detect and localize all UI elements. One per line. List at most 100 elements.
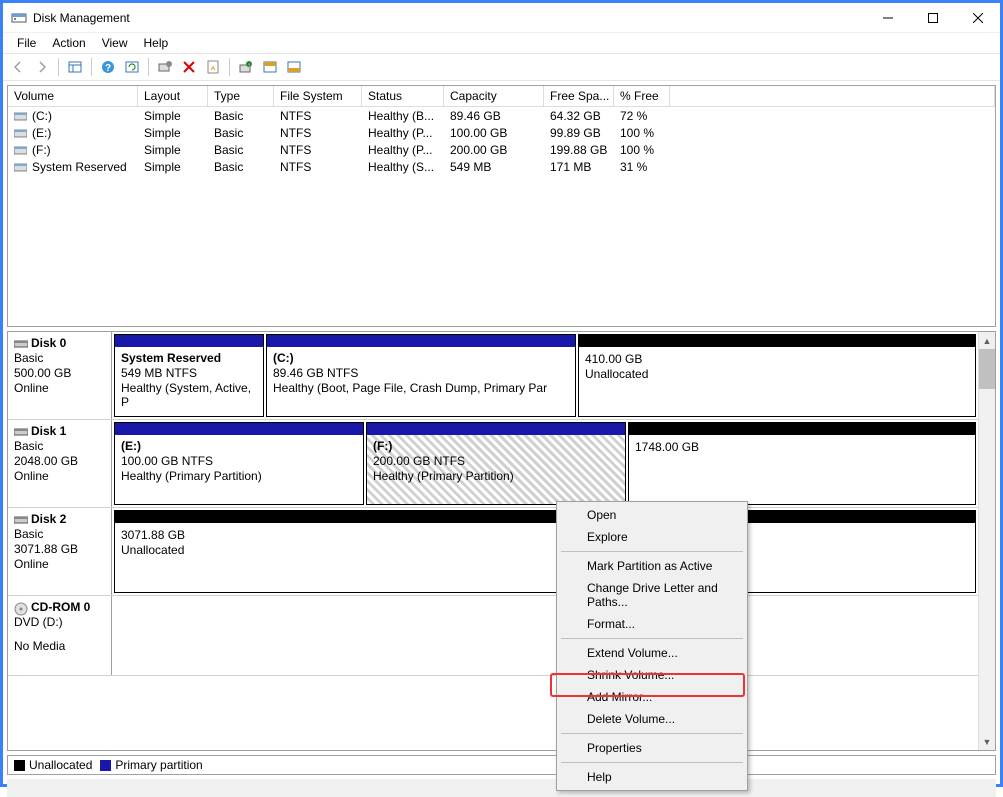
- partition-e[interactable]: (E:) 100.00 GB NTFS Healthy (Primary Par…: [114, 422, 364, 505]
- volume-capacity: 549 MB: [444, 159, 544, 175]
- properties-button[interactable]: [202, 56, 224, 78]
- partition-title: (E:): [121, 439, 357, 453]
- col-pct[interactable]: % Free: [614, 86, 670, 106]
- volume-type: Basic: [208, 159, 274, 175]
- disk-size: 500.00 GB: [14, 366, 105, 380]
- disk-name: CD-ROM 0: [31, 600, 90, 614]
- scrollbar[interactable]: ▲ ▼: [978, 332, 995, 750]
- ctx-open[interactable]: Open: [559, 504, 745, 526]
- menu-file[interactable]: File: [9, 34, 44, 52]
- volume-pct: 31 %: [614, 159, 670, 175]
- ctx-help[interactable]: Help: [559, 766, 745, 788]
- partition-c[interactable]: (C:) 89.46 GB NTFS Healthy (Boot, Page F…: [266, 334, 576, 417]
- refresh-button[interactable]: [121, 56, 143, 78]
- partition-title: (F:): [373, 439, 619, 453]
- partition-size: 89.46 GB NTFS: [273, 366, 569, 380]
- menu-action[interactable]: Action: [44, 34, 93, 52]
- menubar: File Action View Help: [3, 33, 1000, 53]
- disk-name: Disk 0: [31, 336, 66, 350]
- col-capacity[interactable]: Capacity: [444, 86, 544, 106]
- disk-label-2[interactable]: Disk 2 Basic 3071.88 GB Online: [8, 508, 112, 595]
- disk-label-1[interactable]: Disk 1 Basic 2048.00 GB Online: [8, 420, 112, 507]
- volume-row[interactable]: (E:)SimpleBasicNTFSHealthy (P...100.00 G…: [8, 124, 995, 141]
- ctx-shrink[interactable]: Shrink Volume...: [559, 664, 745, 686]
- settings-button[interactable]: [154, 56, 176, 78]
- partition-size: 3071.88 GB: [121, 528, 969, 542]
- partition-size: 549 MB NTFS: [121, 366, 257, 380]
- partition-colorbar: [115, 423, 363, 435]
- volume-list: Volume Layout Type File System Status Ca…: [7, 85, 996, 327]
- volume-row[interactable]: (F:)SimpleBasicNTFSHealthy (P...200.00 G…: [8, 141, 995, 158]
- partition-system-reserved[interactable]: System Reserved 549 MB NTFS Healthy (Sys…: [114, 334, 264, 417]
- volume-free: 199.88 GB: [544, 142, 614, 158]
- disk-label-cdrom[interactable]: CD-ROM 0 DVD (D:) No Media: [8, 596, 112, 675]
- volume-pct: 100 %: [614, 142, 670, 158]
- partition-f[interactable]: (F:) 200.00 GB NTFS Healthy (Primary Par…: [366, 422, 626, 505]
- close-button[interactable]: [955, 3, 1000, 32]
- disk-status: Online: [14, 469, 105, 483]
- partition-unallocated-2[interactable]: 3071.88 GB Unallocated: [114, 510, 976, 593]
- ctx-mark-active[interactable]: Mark Partition as Active: [559, 555, 745, 577]
- ctx-extend[interactable]: Extend Volume...: [559, 642, 745, 664]
- partition-size: 100.00 GB NTFS: [121, 454, 357, 468]
- ctx-format[interactable]: Format...: [559, 613, 745, 635]
- volume-capacity: 100.00 GB: [444, 125, 544, 141]
- ctx-add-mirror[interactable]: Add Mirror...: [559, 686, 745, 708]
- wizard-button[interactable]: ↑: [235, 56, 257, 78]
- ctx-explore[interactable]: Explore: [559, 526, 745, 548]
- volume-list-header: Volume Layout Type File System Status Ca…: [8, 86, 995, 107]
- scroll-up-button[interactable]: ▲: [979, 332, 995, 349]
- disk-label-0[interactable]: Disk 0 Basic 500.00 GB Online: [8, 332, 112, 419]
- disk-name: Disk 2: [31, 512, 66, 526]
- disk-row-2: Disk 2 Basic 3071.88 GB Online 3071.88 G…: [8, 508, 978, 596]
- ctx-change-letter[interactable]: Change Drive Letter and Paths...: [559, 577, 745, 613]
- disk-status: No Media: [14, 639, 105, 653]
- volume-fs: NTFS: [274, 125, 362, 141]
- partition-colorbar: [367, 423, 625, 435]
- ctx-delete[interactable]: Delete Volume...: [559, 708, 745, 730]
- menu-view[interactable]: View: [94, 34, 136, 52]
- toolbar: ? ↑: [3, 53, 1000, 81]
- col-type[interactable]: Type: [208, 86, 274, 106]
- volume-row[interactable]: System ReservedSimpleBasicNTFSHealthy (S…: [8, 158, 995, 175]
- back-button[interactable]: [7, 56, 29, 78]
- menu-help[interactable]: Help: [136, 34, 177, 52]
- volume-pct: 100 %: [614, 125, 670, 141]
- maximize-button[interactable]: [910, 3, 955, 32]
- window-controls: [865, 3, 1000, 32]
- disk-type: Basic: [14, 439, 105, 453]
- scroll-thumb[interactable]: [979, 349, 995, 389]
- forward-button[interactable]: [31, 56, 53, 78]
- disk-icon: [14, 426, 28, 436]
- svg-text:?: ?: [105, 63, 111, 74]
- col-free[interactable]: Free Spa...: [544, 86, 614, 106]
- show-hide-console-button[interactable]: [64, 56, 86, 78]
- volume-status: Healthy (P...: [362, 125, 444, 141]
- window-title: Disk Management: [33, 11, 130, 25]
- svg-text:↑: ↑: [248, 63, 251, 69]
- volume-name: (C:): [32, 109, 52, 123]
- col-volume[interactable]: Volume: [8, 86, 138, 106]
- col-fs[interactable]: File System: [274, 86, 362, 106]
- partition-unallocated-0[interactable]: 410.00 GB Unallocated: [578, 334, 976, 417]
- scroll-down-button[interactable]: ▼: [979, 733, 995, 750]
- col-status[interactable]: Status: [362, 86, 444, 106]
- help-button[interactable]: ?: [97, 56, 119, 78]
- minimize-button[interactable]: [865, 3, 910, 32]
- partition-colorbar: [115, 335, 263, 347]
- view-top-button[interactable]: [259, 56, 281, 78]
- volume-row[interactable]: (C:)SimpleBasicNTFSHealthy (B...89.46 GB…: [8, 107, 995, 124]
- volume-icon: [14, 144, 27, 153]
- partition-colorbar: [629, 423, 975, 435]
- partition-colorbar: [267, 335, 575, 347]
- delete-button[interactable]: [178, 56, 200, 78]
- partition-status: Healthy (System, Active, P: [121, 381, 257, 409]
- ctx-properties[interactable]: Properties: [559, 737, 745, 759]
- col-layout[interactable]: Layout: [138, 86, 208, 106]
- partition-unallocated-1[interactable]: 1748.00 GB: [628, 422, 976, 505]
- volume-fs: NTFS: [274, 142, 362, 158]
- disk-type: Basic: [14, 351, 105, 365]
- view-bottom-button[interactable]: [283, 56, 305, 78]
- legend-label-primary: Primary partition: [115, 758, 202, 772]
- volume-layout: Simple: [138, 159, 208, 175]
